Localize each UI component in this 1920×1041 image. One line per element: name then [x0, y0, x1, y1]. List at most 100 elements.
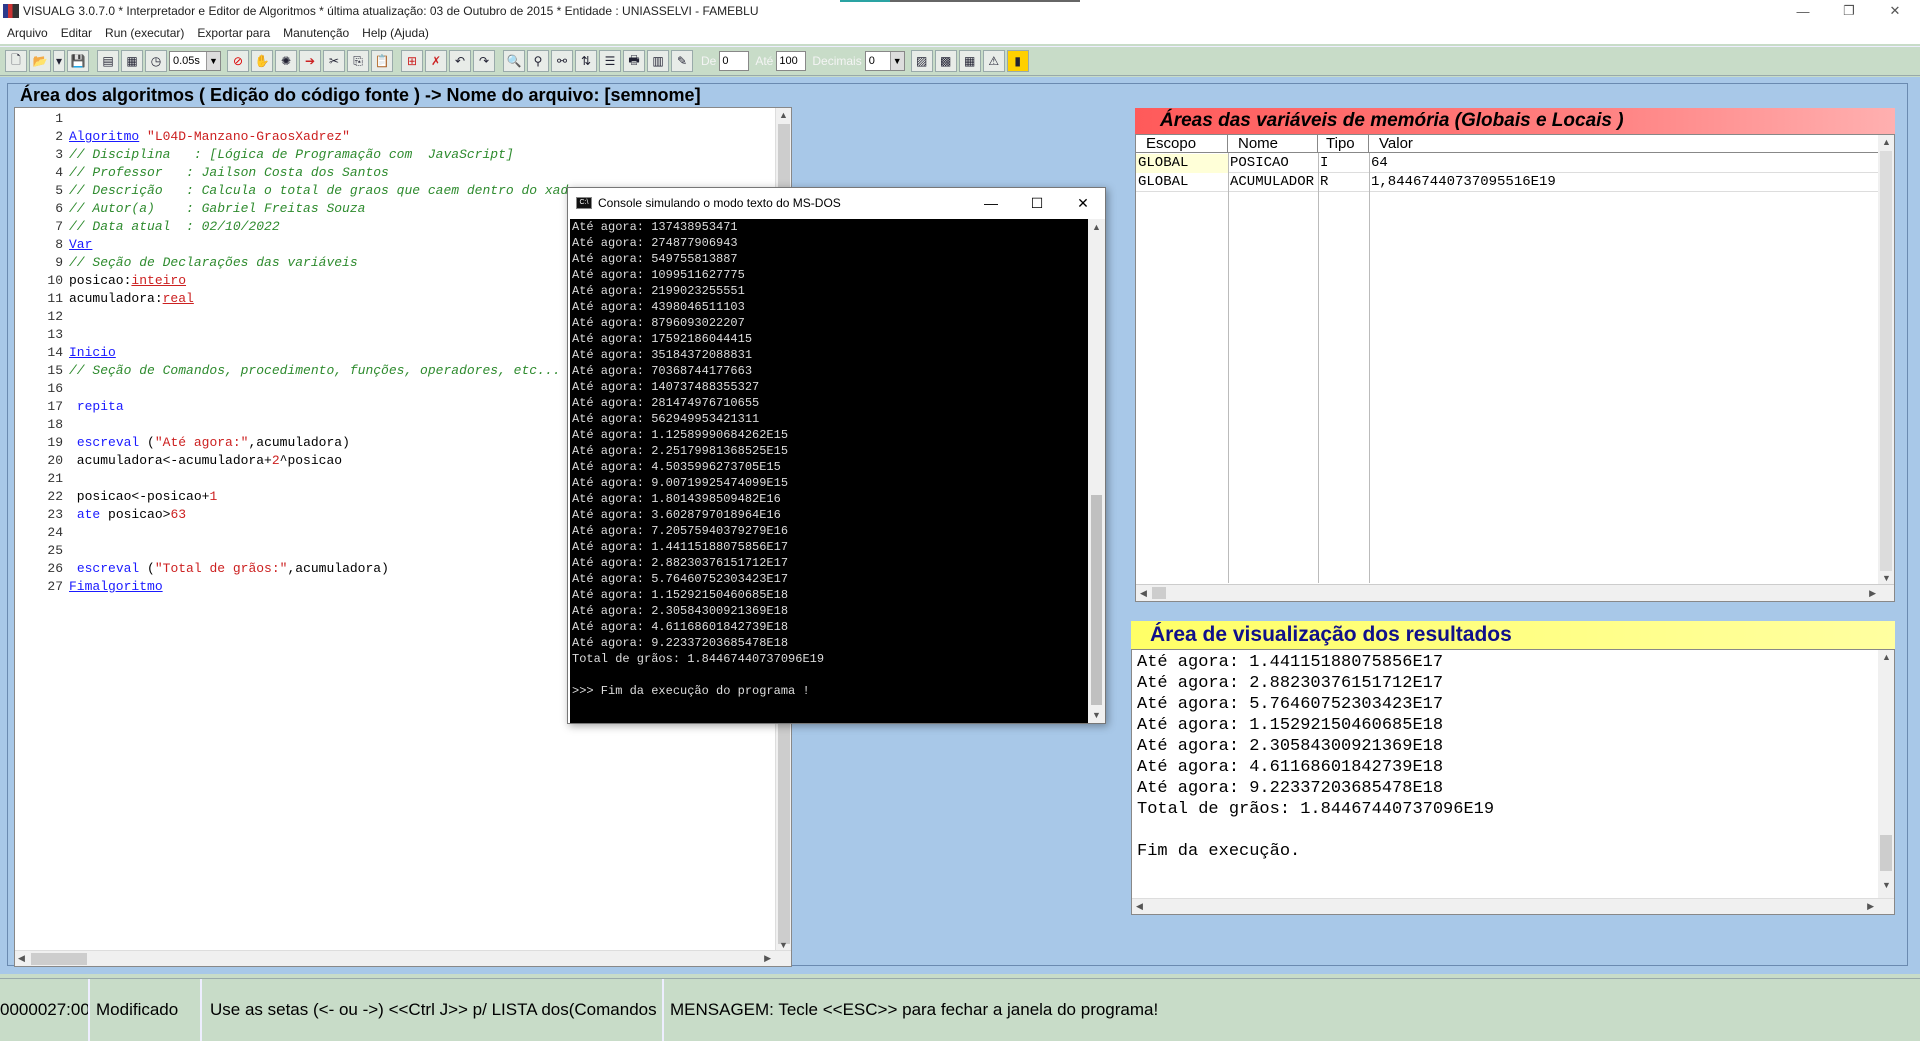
variable-row[interactable]: GLOBAL ACUMULADOR R 1,84467440737095516E19	[1136, 173, 1880, 192]
paste-icon[interactable]: 📋	[371, 50, 393, 72]
code-token: // Data atual : 02/10/2022	[69, 219, 280, 234]
results-vertical-scrollbar[interactable]: ▲ ▼	[1878, 650, 1894, 914]
scroll-up-icon[interactable]: ▲	[1882, 137, 1891, 147]
line-number: 2	[55, 129, 63, 144]
code-line[interactable]: 2 Algoritmo "L04D-Manzano-GraosXadrez"	[15, 128, 775, 146]
results-output[interactable]: Até agora: 1.44115188075856E17 Até agora:…	[1131, 649, 1895, 915]
save-icon[interactable]: 💾	[67, 50, 89, 72]
col-tipo[interactable]: Tipo	[1318, 135, 1369, 153]
results-horizontal-scrollbar[interactable]: ◀ ▶	[1132, 898, 1894, 914]
menu-manutencao[interactable]: Manutenção	[276, 26, 355, 40]
variable-row[interactable]: GLOBAL POSICAO I 64	[1136, 154, 1880, 173]
result-line: Até agora: 1.44115188075856E17	[1137, 653, 1444, 672]
scroll-left-icon[interactable]: ◀	[1140, 588, 1147, 599]
variable-cell: R	[1320, 174, 1329, 190]
console-line: Até agora: 1.8014398509482E16	[572, 492, 781, 506]
close-button[interactable]: ✕	[1872, 0, 1918, 22]
find-icon[interactable]: 🔍	[503, 50, 525, 72]
code-line[interactable]: 3 // Disciplina : [Lógica de Programação …	[15, 146, 775, 164]
sort-icon[interactable]: ⇅	[575, 50, 597, 72]
scroll-right-icon[interactable]: ▶	[764, 953, 771, 964]
print-icon[interactable]: 🖶	[623, 50, 645, 72]
console-line: Total de grãos: 1.84467440737096E19	[572, 652, 825, 666]
timer-icon[interactable]: ◷	[145, 50, 167, 72]
scroll-left-icon[interactable]: ◀	[1136, 901, 1143, 912]
menu-exportar[interactable]: Exportar para	[190, 26, 276, 40]
table-icon[interactable]: ▦	[958, 50, 981, 72]
col-escopo[interactable]: Escopo	[1136, 135, 1228, 153]
scroll-up-icon[interactable]: ▲	[779, 110, 788, 120]
console-scrollbar[interactable]: ▲ ▼	[1088, 219, 1105, 723]
code-token: repita	[76, 399, 124, 414]
menu-help[interactable]: Help (Ajuda)	[355, 26, 435, 40]
indent-icon[interactable]: ☰	[599, 50, 621, 72]
menu-arquivo[interactable]: Arquivo	[0, 26, 54, 40]
magic-icon[interactable]: ✎	[671, 50, 693, 72]
scroll-up-icon[interactable]: ▲	[1882, 652, 1891, 662]
hand-icon[interactable]: ✋	[251, 50, 273, 72]
minimize-button[interactable]: —	[1780, 0, 1826, 22]
variables-vertical-scrollbar[interactable]: ▲ ▼	[1878, 135, 1894, 585]
run-step-icon[interactable]: ▤	[97, 50, 119, 72]
calculator-icon[interactable]: ▩	[934, 50, 957, 72]
code-token: // Seção de Comandos, procedimento, funç…	[69, 363, 561, 378]
copy-icon[interactable]: ⎘	[347, 50, 369, 72]
de-input[interactable]: 0	[719, 51, 750, 71]
decimais-select[interactable]: 0 ▼	[864, 51, 905, 71]
breakpoint-icon[interactable]: ✺	[275, 50, 297, 72]
format-icon[interactable]: ▥	[647, 50, 669, 72]
col-nome[interactable]: Nome	[1228, 135, 1318, 153]
scroll-down-icon[interactable]: ▼	[1882, 573, 1891, 583]
scroll-right-icon[interactable]: ▶	[1869, 588, 1876, 599]
console-close-button[interactable]: ✕	[1060, 188, 1106, 218]
variables-horizontal-scrollbar[interactable]: ◀ ▶	[1136, 584, 1894, 601]
open-dropdown-icon[interactable]: ▾	[53, 50, 65, 72]
insert-icon[interactable]: ⊞	[401, 50, 423, 72]
find-next-icon[interactable]: ⚲	[527, 50, 549, 72]
redo-icon[interactable]: ↷	[473, 50, 495, 72]
variables-grid[interactable]: Escopo Nome Tipo Valor GLOBAL POSICAO I 64 G…	[1135, 134, 1895, 602]
console-maximize-button[interactable]: ☐	[1014, 188, 1060, 218]
exit-icon[interactable]: ▮	[1006, 50, 1029, 72]
scroll-right-icon[interactable]: ▶	[1867, 901, 1874, 912]
line-number: 17	[47, 399, 63, 414]
speed-select[interactable]: 0.05s ▼	[169, 51, 221, 71]
console-minimize-button[interactable]: —	[968, 188, 1014, 218]
col-valor[interactable]: Valor	[1369, 135, 1880, 153]
code-text: posicao<-posicao+1	[69, 488, 217, 506]
menu-run[interactable]: Run (executar)	[98, 26, 190, 40]
new-file-icon[interactable]: 🗋	[5, 50, 27, 72]
delete-icon[interactable]: ✗	[425, 50, 447, 72]
run-timer-icon[interactable]: ▦	[121, 50, 143, 72]
editor-horizontal-scrollbar[interactable]: ◀ ▶	[15, 950, 791, 966]
stop-icon[interactable]: ⊘	[227, 50, 249, 72]
ate-input[interactable]: 100	[776, 51, 807, 71]
line-number: 16	[47, 381, 63, 396]
code-token: posicao<-posicao+	[69, 489, 210, 504]
scroll-left-icon[interactable]: ◀	[18, 953, 25, 964]
scroll-up-icon[interactable]: ▲	[1092, 222, 1101, 232]
chart-icon[interactable]: ▨	[910, 50, 933, 72]
run-icon[interactable]: ➔	[299, 50, 321, 72]
scroll-down-icon[interactable]: ▼	[1882, 880, 1891, 890]
open-file-icon[interactable]: 📂	[29, 50, 51, 72]
replace-icon[interactable]: ⚯	[551, 50, 573, 72]
code-line[interactable]: 1	[15, 110, 775, 128]
result-line	[1132, 820, 1894, 841]
code-text: acumuladora<-acumuladora+2^posicao	[69, 452, 342, 470]
help-icon[interactable]: ⚠	[982, 50, 1005, 72]
scroll-down-icon[interactable]: ▼	[1092, 710, 1101, 720]
scroll-down-icon[interactable]: ▼	[779, 940, 788, 950]
code-text: // Descrição : Calcula o total de graos …	[69, 182, 592, 200]
console-output[interactable]: Até agora: 137438953471 Até agora: 274877…	[570, 219, 1088, 723]
code-line[interactable]: 4 // Professor : Jailson Costa dos Santos	[15, 164, 775, 182]
line-number: 5	[55, 183, 63, 198]
console-window[interactable]: C:\ Console simulando o modo texto do MS…	[567, 187, 1106, 724]
restore-button[interactable]: ❐	[1826, 0, 1872, 22]
code-token: inteiro	[131, 273, 187, 288]
menu-editar[interactable]: Editar	[54, 26, 98, 40]
cut-icon[interactable]: ✂	[323, 50, 345, 72]
undo-icon[interactable]: ↶	[449, 50, 471, 72]
